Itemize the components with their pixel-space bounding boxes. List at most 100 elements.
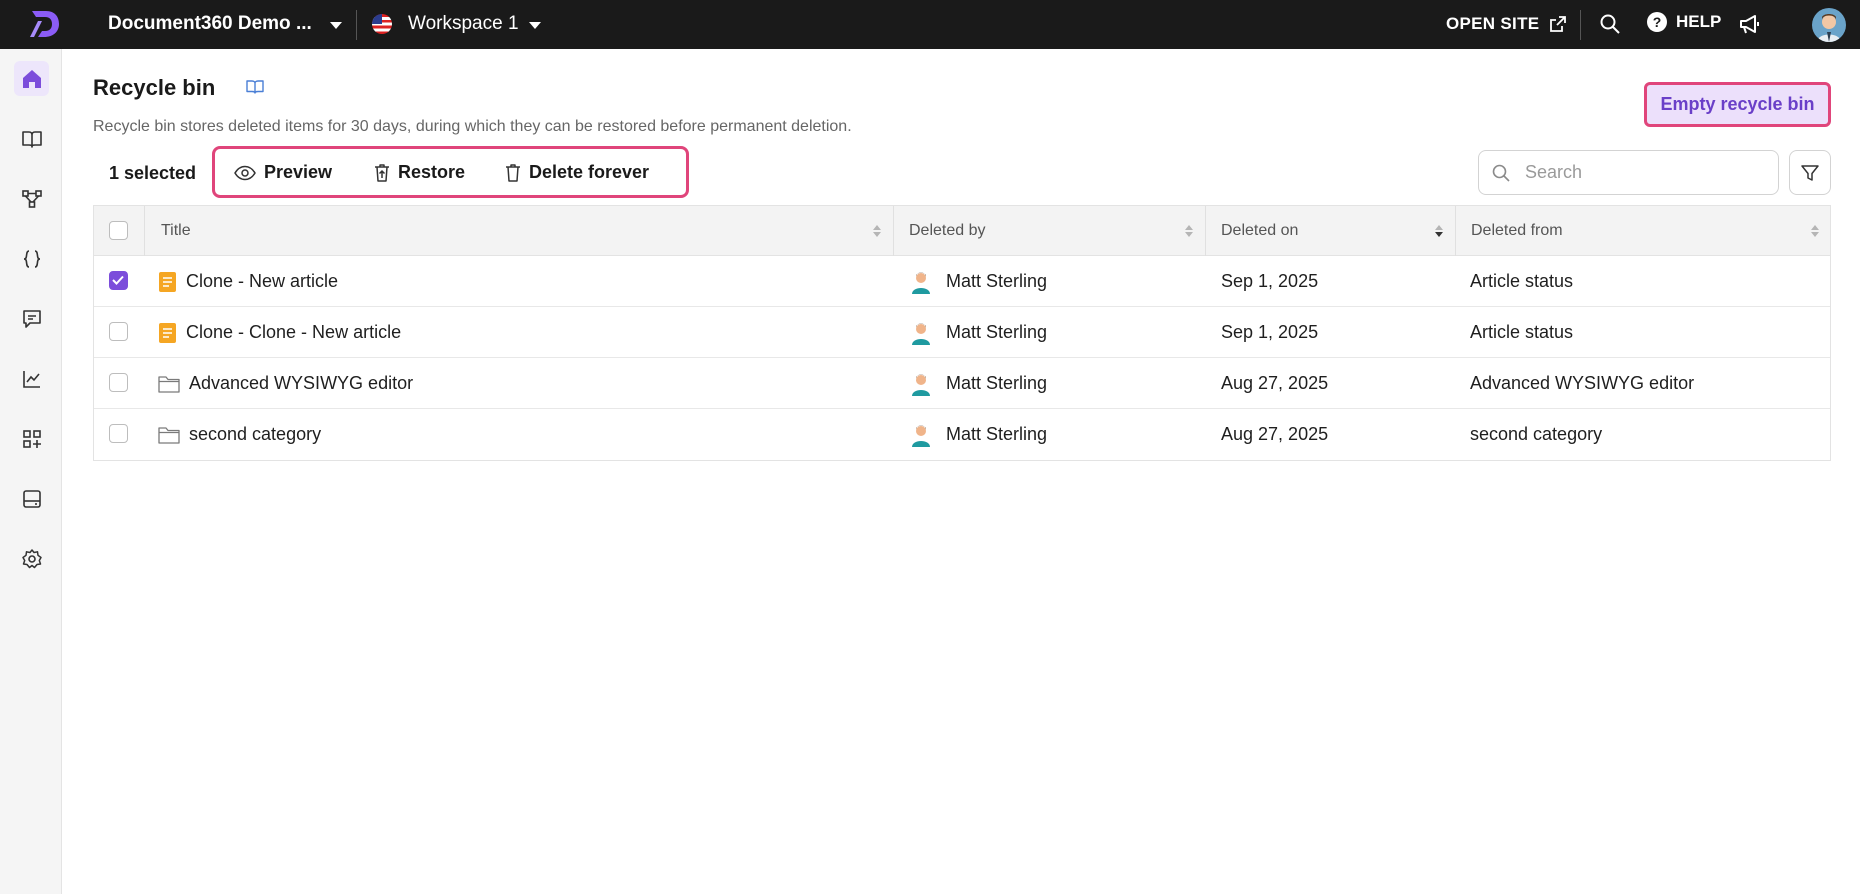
sidebar-item-feedback[interactable] <box>14 301 49 336</box>
title-cell[interactable]: Clone - Clone - New article <box>159 307 401 358</box>
external-link-icon <box>1550 16 1567 32</box>
help-button[interactable]: ? HELP <box>1647 12 1721 32</box>
workspace-name: Workspace 1 <box>408 13 519 34</box>
preview-label: Preview <box>264 162 333 182</box>
preview-button[interactable]: Preview <box>234 162 332 183</box>
delete-forever-button[interactable]: Delete forever <box>505 162 649 183</box>
top-bar: Document360 Demo ... Workspace 1 OPEN SI… <box>0 0 1860 49</box>
column-divider <box>144 206 145 256</box>
item-title: Clone - Clone - New article <box>186 322 402 342</box>
article-icon <box>159 322 176 343</box>
column-title-label: Title <box>161 222 191 239</box>
restore-button[interactable]: Restore <box>374 162 465 183</box>
braces-icon <box>23 249 40 268</box>
column-deleted-on-label: Deleted on <box>1221 222 1299 239</box>
deleted-by-name: Matt Sterling <box>946 373 1048 393</box>
deleted-by-cell: Matt Sterling <box>910 358 1047 409</box>
user-avatar-icon <box>912 425 930 447</box>
sort-icon[interactable] <box>1184 224 1194 238</box>
sidebar-item-api[interactable] <box>14 241 49 276</box>
article-icon <box>159 271 176 292</box>
column-header-deleted-from[interactable]: Deleted from <box>1471 206 1563 256</box>
user-avatar[interactable] <box>1812 8 1846 42</box>
row-checkbox-checked[interactable] <box>109 271 128 290</box>
user-avatar-icon <box>1817 14 1841 42</box>
deleted-by-cell: Matt Sterling <box>910 307 1047 358</box>
caret-down-icon <box>528 21 541 29</box>
restore-label: Restore <box>398 162 466 182</box>
project-selector[interactable]: Document360 Demo ... <box>108 13 342 35</box>
search-input[interactable]: Search <box>1525 162 1582 183</box>
document360-logo[interactable] <box>26 7 62 41</box>
filter-button[interactable] <box>1789 150 1831 195</box>
folder-icon <box>158 426 180 444</box>
check-icon <box>112 275 124 285</box>
row-checkbox[interactable] <box>109 424 128 443</box>
open-site-link[interactable]: OPEN SITE <box>1446 14 1567 34</box>
column-header-title[interactable]: Title <box>161 206 191 256</box>
title-cell[interactable]: Advanced WYSIWYG editor <box>158 358 413 409</box>
item-title: Clone - New article <box>186 271 339 291</box>
sort-icon[interactable] <box>872 224 882 238</box>
book-icon[interactable] <box>246 79 264 95</box>
table-row[interactable]: Clone - New article Matt Sterling Sep 1,… <box>94 256 1830 307</box>
deleted-by-name: Matt Sterling <box>946 424 1048 444</box>
sidebar-item-integrations[interactable] <box>14 421 49 456</box>
deleted-from-cell: Article status <box>1470 271 1574 291</box>
sidebar-item-home[interactable] <box>14 61 49 96</box>
analytics-icon <box>22 370 40 388</box>
sidebar <box>0 49 62 894</box>
search-icon <box>1492 164 1510 182</box>
hierarchy-icon <box>21 189 42 208</box>
widget-icon <box>22 489 41 508</box>
table-row[interactable]: second category Matt Sterling Aug 27, 20… <box>94 409 1830 460</box>
deleted-from-cell: Advanced WYSIWYG editor <box>1470 373 1695 393</box>
deleted-by-cell: Matt Sterling <box>910 256 1047 307</box>
deleted-by-cell: Matt Sterling <box>910 409 1047 460</box>
column-divider <box>893 206 894 256</box>
trash-icon <box>506 163 520 182</box>
search-icon[interactable] <box>1598 12 1622 36</box>
sidebar-item-settings[interactable] <box>14 541 49 576</box>
deleted-by-name: Matt Sterling <box>946 322 1048 342</box>
row-checkbox[interactable] <box>109 322 128 341</box>
eye-icon <box>234 165 256 180</box>
sidebar-item-workflow[interactable] <box>14 181 49 216</box>
open-site-label: OPEN SITE <box>1446 14 1540 33</box>
deleted-on-cell: Sep 1, 2025 <box>1221 322 1319 342</box>
sort-icon[interactable] <box>1810 224 1820 238</box>
add-apps-icon <box>22 429 41 448</box>
recycle-bin-table: Title Deleted by Deleted on Deleted from <box>93 205 1831 461</box>
column-header-deleted-by[interactable]: Deleted by <box>909 206 986 256</box>
select-all-checkbox[interactable] <box>109 221 128 240</box>
column-divider <box>1205 206 1206 256</box>
empty-recycle-bin-button[interactable]: Empty recycle bin <box>1644 82 1831 127</box>
table-row[interactable]: Advanced WYSIWYG editor Matt Sterling Au… <box>94 358 1830 409</box>
filter-icon <box>1801 164 1819 181</box>
megaphone-icon[interactable] <box>1738 12 1762 36</box>
search-box[interactable]: Search <box>1478 150 1779 195</box>
user-avatar-icon <box>912 323 930 345</box>
sidebar-item-analytics[interactable] <box>14 361 49 396</box>
item-title: second category <box>189 424 322 444</box>
restore-bin-icon <box>375 163 389 182</box>
item-title: Advanced WYSIWYG editor <box>189 373 414 393</box>
table-row[interactable]: Clone - Clone - New article Matt Sterlin… <box>94 307 1830 358</box>
sort-desc-icon[interactable] <box>1434 224 1444 238</box>
home-icon <box>22 69 41 88</box>
deleted-from-cell: second category <box>1470 424 1603 444</box>
workspace-selector[interactable]: Workspace 1 <box>372 13 541 35</box>
settings-icon <box>21 548 42 568</box>
column-header-deleted-on[interactable]: Deleted on <box>1221 206 1298 256</box>
column-deleted-by-label: Deleted by <box>909 222 986 239</box>
deleted-from-cell: Article status <box>1470 322 1574 342</box>
divider <box>1580 10 1581 40</box>
deleted-on-cell: Aug 27, 2025 <box>1221 373 1329 393</box>
row-checkbox[interactable] <box>109 373 128 392</box>
deleted-on-cell: Aug 27, 2025 <box>1221 424 1329 444</box>
title-cell[interactable]: Clone - New article <box>159 256 338 307</box>
sidebar-item-widget[interactable] <box>14 481 49 516</box>
title-cell[interactable]: second category <box>158 409 321 460</box>
folder-icon <box>158 375 180 393</box>
sidebar-item-documentation[interactable] <box>14 121 49 156</box>
